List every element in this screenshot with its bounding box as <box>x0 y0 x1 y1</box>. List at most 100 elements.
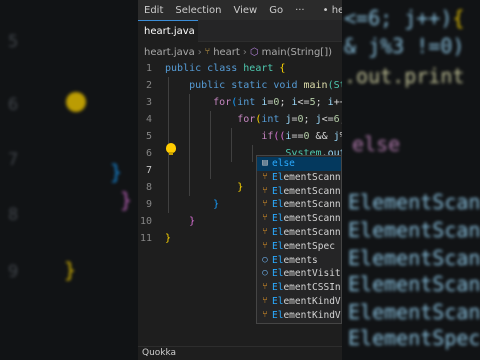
class-icon: ⑂ <box>262 199 268 210</box>
suggestion-item[interactable]: ⑂ ElementScanne <box>257 226 341 240</box>
code-token: 0 <box>303 131 316 142</box>
code-token: ; <box>340 114 342 125</box>
suggestion-item[interactable]: ○ Elements <box>257 254 341 268</box>
line-number: 8 <box>145 182 152 193</box>
code-text: } <box>165 179 243 196</box>
suggestion-match: El <box>272 171 284 183</box>
line-number: 10 <box>140 216 153 227</box>
background-left-blur: 5 6 7 8 9 } } } <box>0 0 138 360</box>
keyword-icon: ▤ <box>262 158 268 168</box>
suggestion-item[interactable]: ⑂ ElementScanne <box>257 171 341 185</box>
breadcrumb-method[interactable]: main(String[]) <box>262 47 332 58</box>
code-token: } <box>165 233 172 244</box>
suggestion-rest: ementSpec <box>283 240 335 252</box>
suggestion-match: El <box>272 309 284 321</box>
code-token: { <box>279 63 286 74</box>
bg-code-line: .out.print <box>344 64 464 88</box>
window-title: • heart.java <box>322 4 342 16</box>
bg-code-line: else <box>352 132 400 156</box>
suggestion-rest: ementVisito <box>283 268 342 280</box>
code-text: } <box>165 196 219 213</box>
suggestion-item[interactable]: ⑂ ElementCSSInl <box>257 281 342 295</box>
suggestion-match: El <box>272 199 284 211</box>
suggestion-item[interactable]: ⑂ ElementKindVi <box>257 309 342 323</box>
code-token: (( <box>273 131 286 142</box>
line-number: 1 <box>145 63 152 74</box>
code-line[interactable]: 3 for(int i=0; i<=5; i++){ <box>138 94 342 111</box>
suggestion-label: ElementVisito <box>272 267 342 281</box>
bg-code-line: ElementScanne <box>348 246 480 270</box>
method-icon: ⬡ <box>249 46 259 58</box>
code-token: int <box>237 97 262 108</box>
code-token: main <box>303 80 328 91</box>
menu-selection[interactable]: Selection <box>169 5 227 16</box>
code-line[interactable]: 4 for(int j=0; j<=6; j++){ <box>138 111 342 128</box>
suggestion-rest: ementCSSInl <box>283 282 342 294</box>
bg-code-token: ElementScanne <box>348 218 480 242</box>
menu-more[interactable]: ··· <box>289 5 311 16</box>
line-number: 3 <box>145 97 152 108</box>
lightbulb-icon[interactable] <box>166 143 176 155</box>
suggestion-rest: ementScanne <box>283 213 342 225</box>
code-token: for <box>165 97 232 108</box>
suggestion-item[interactable]: ⑂ ElementSpec <box>257 240 341 254</box>
bg-code-token: .out.print <box>344 64 465 88</box>
bg-code-token: else <box>352 132 401 156</box>
menu-bar: Edit Selection View Go ··· • heart.java <box>138 0 342 20</box>
class-icon: ⑂ <box>262 171 268 182</box>
line-number: 7 <box>145 165 152 176</box>
bg-code-token: ElementScanne <box>348 246 480 270</box>
suggestion-label: ElementScanne <box>272 171 341 185</box>
code-token: && <box>315 131 334 142</box>
bg-code-line: ElementScanne <box>348 190 480 214</box>
background-right-layer: <=6; j++){& j%3 !=0) .out.print else Elemen… <box>342 0 480 360</box>
code-token: static <box>231 80 274 91</box>
suggestion-match: El <box>272 213 284 225</box>
suggestion-label: ElementSpec <box>272 240 335 254</box>
bg-code-line: ElementScanne <box>348 300 480 324</box>
bg-code-token: { <box>452 6 465 30</box>
suggestion-match: El <box>272 282 284 294</box>
suggestion-item[interactable]: ▤ else <box>257 157 341 171</box>
code-token: <= <box>321 114 334 125</box>
suggestion-match: El <box>272 296 284 307</box>
suggestion-item[interactable]: ⑂ ElementKindVi <box>257 295 341 309</box>
suggestion-match: El <box>272 227 284 238</box>
class-icon: ⑂ <box>204 47 211 57</box>
suggestion-item[interactable]: ⑂ ElementScanne <box>257 185 341 199</box>
menu-edit[interactable]: Edit <box>138 5 169 16</box>
tab-heart-java[interactable]: heart.java <box>138 20 198 42</box>
bg-code-line: ElementScanne <box>348 218 480 242</box>
menu-go[interactable]: Go <box>263 5 289 16</box>
code-token: ++ <box>333 97 342 108</box>
status-quokka[interactable]: Quokka <box>142 348 176 358</box>
suggestion-match: else <box>272 158 295 169</box>
code-token: == <box>291 131 304 142</box>
code-token: (Stri <box>327 80 342 91</box>
bg-code-line: ElementSpec <box>348 326 480 350</box>
breadcrumb-file[interactable]: heart.java <box>144 47 195 58</box>
line-number: 2 <box>145 80 152 91</box>
suggestion-rest: ementKindVi <box>283 309 342 321</box>
chevron-right-icon: › <box>242 46 247 58</box>
code-editor: Edit Selection View Go ··· • heart.java … <box>138 0 342 360</box>
suggestion-label: ElementCSSInl <box>272 281 342 295</box>
code-text: } <box>165 230 171 247</box>
suggestion-rest: ementScanne <box>283 199 342 211</box>
code-token: } <box>165 182 244 193</box>
suggestion-item[interactable]: ⑂ ElementScanne <box>257 198 342 212</box>
class-icon: ⑂ <box>262 309 268 320</box>
bg-brace: } <box>120 188 133 212</box>
code-text: public class heart { <box>165 60 285 77</box>
suggestion-item[interactable]: ⑂ ElementScanne <box>257 212 342 226</box>
breadcrumb-class[interactable]: heart <box>213 47 240 58</box>
bg-brace: } <box>64 258 77 282</box>
code-token: ; <box>315 97 328 108</box>
line-number: 4 <box>145 114 152 125</box>
code-line[interactable]: 1 public class heart { <box>138 60 342 77</box>
suggestion-label: ElementScanne <box>272 226 341 240</box>
code-line[interactable]: 2 public static void main(Stri <box>138 77 342 94</box>
menu-view[interactable]: View <box>227 5 263 16</box>
bg-line-number: 6 <box>8 95 19 115</box>
suggestion-item[interactable]: ○ ElementVisito <box>257 267 342 281</box>
